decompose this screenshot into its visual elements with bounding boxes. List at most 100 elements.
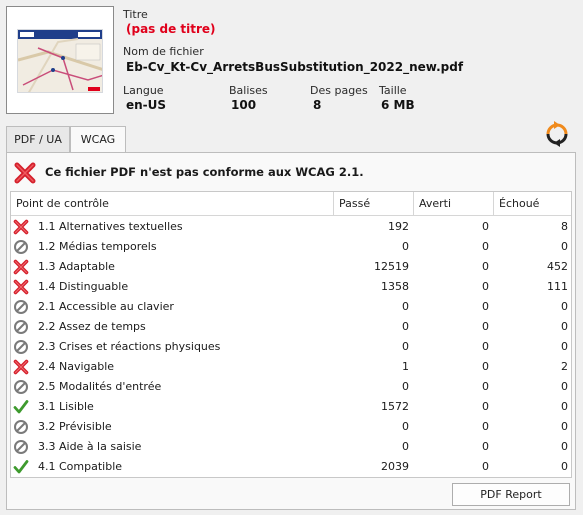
language-label: Langue [123,84,164,97]
warned-count: 0 [482,420,489,433]
table-row[interactable]: 2.1 Accessible au clavier 0 0 0 [11,297,571,317]
failed-count: 0 [561,400,568,413]
filename-label: Nom de fichier [123,45,204,58]
warned-count: 0 [482,320,489,333]
table-row[interactable]: 1.1 Alternatives textuelles 192 0 8 [11,217,571,237]
table-row[interactable]: 2.5 Modalités d'entrée 0 0 0 [11,377,571,397]
red-x-icon [13,279,29,295]
failed-count: 2 [561,360,568,373]
pages-value: 8 [313,98,322,112]
tab-pdf-ua[interactable]: PDF / UA [6,126,70,153]
not-applicable-icon [13,339,29,355]
table-header: Point de contrôle Passé Averti Échoué [11,192,571,216]
refresh-icon[interactable] [544,121,570,147]
title-value: (pas de titre) [126,22,216,36]
checkpoint-name: 1.4 Distinguable [38,280,129,293]
checkpoint-table: Point de contrôle Passé Averti Échoué 1.… [10,191,572,478]
warned-count: 0 [482,260,489,273]
warned-count: 0 [482,400,489,413]
column-header-passed[interactable]: Passé [334,192,414,216]
filename-value: Eb-Cv_Kt-Cv_ArretsBusSubstitution_2022_n… [126,60,464,74]
not-applicable-icon [13,239,29,255]
red-x-icon [13,219,29,235]
passed-count: 0 [402,420,409,433]
checkpoint-name: 4.1 Compatible [38,460,123,473]
red-x-icon [14,162,36,184]
map-preview-graphic [18,30,102,92]
checkpoint-name: 1.2 Médias temporels [38,240,157,253]
failed-count: 111 [547,280,568,293]
column-header-failed[interactable]: Échoué [494,192,571,216]
document-preview-image [17,29,103,93]
passed-count: 0 [402,380,409,393]
compliance-status-message: Ce fichier PDF n'est pas conforme aux WC… [45,165,364,179]
failed-count: 0 [561,300,568,313]
passed-count: 0 [402,340,409,353]
warned-count: 0 [482,300,489,313]
title-label: Titre [123,8,148,21]
checkpoint-name: 3.1 Lisible [38,400,94,413]
passed-count: 2039 [381,460,409,473]
warned-count: 0 [482,460,489,473]
passed-count: 192 [388,220,409,233]
wcag-panel: Ce fichier PDF n'est pas conforme aux WC… [6,152,576,510]
tags-value: 100 [231,98,257,112]
checkpoint-name: 3.3 Aide à la saisie [38,440,142,453]
checkpoint-name: 2.3 Crises et réactions physiques [38,340,221,353]
checkpoint-name: 1.3 Adaptable [38,260,115,273]
passed-count: 0 [402,300,409,313]
failed-count: 0 [561,320,568,333]
not-applicable-icon [13,419,29,435]
table-row[interactable]: 1.3 Adaptable 12519 0 452 [11,257,571,277]
failed-count: 0 [561,380,568,393]
table-row[interactable]: 3.3 Aide à la saisie 0 0 0 [11,437,571,457]
failed-count: 0 [561,340,568,353]
language-value: en-US [126,98,167,112]
passed-count: 0 [402,320,409,333]
checkpoint-name: 2.4 Navigable [38,360,115,373]
not-applicable-icon [13,379,29,395]
passed-count: 1572 [381,400,409,413]
green-check-icon [13,399,29,415]
failed-count: 8 [561,220,568,233]
passed-count: 1 [402,360,409,373]
checkpoint-name: 2.2 Assez de temps [38,320,146,333]
document-thumbnail [6,6,114,114]
column-header-warned[interactable]: Averti [414,192,494,216]
pages-label: Des pages [310,84,368,97]
table-row[interactable]: 2.2 Assez de temps 0 0 0 [11,317,571,337]
warned-count: 0 [482,220,489,233]
failed-count: 0 [561,240,568,253]
failed-count: 452 [547,260,568,273]
column-header-checkpoint[interactable]: Point de contrôle [11,192,334,216]
pdf-report-button[interactable]: PDF Report [452,483,570,506]
size-value: 6 MB [381,98,415,112]
warned-count: 0 [482,380,489,393]
warned-count: 0 [482,280,489,293]
table-row[interactable]: 3.2 Prévisible 0 0 0 [11,417,571,437]
passed-count: 0 [402,440,409,453]
table-row[interactable]: 4.1 Compatible 2039 0 0 [11,457,571,477]
checkpoint-name: 1.1 Alternatives textuelles [38,220,183,233]
table-row[interactable]: 2.4 Navigable 1 0 2 [11,357,571,377]
table-row[interactable]: 2.3 Crises et réactions physiques 0 0 0 [11,337,571,357]
checkpoint-name: 2.5 Modalités d'entrée [38,380,162,393]
green-check-icon [13,459,29,475]
not-applicable-icon [13,299,29,315]
passed-count: 1358 [381,280,409,293]
red-x-icon [13,359,29,375]
table-row[interactable]: 1.4 Distinguable 1358 0 111 [11,277,571,297]
checkpoint-name: 2.1 Accessible au clavier [38,300,174,313]
warned-count: 0 [482,440,489,453]
tab-wcag[interactable]: WCAG [70,126,126,154]
warned-count: 0 [482,340,489,353]
checkpoint-name: 3.2 Prévisible [38,420,112,433]
tags-label: Balises [229,84,268,97]
failed-count: 0 [561,460,568,473]
passed-count: 12519 [374,260,409,273]
size-label: Taille [379,84,407,97]
table-row[interactable]: 3.1 Lisible 1572 0 0 [11,397,571,417]
failed-count: 0 [561,420,568,433]
red-x-icon [13,259,29,275]
table-row[interactable]: 1.2 Médias temporels 0 0 0 [11,237,571,257]
